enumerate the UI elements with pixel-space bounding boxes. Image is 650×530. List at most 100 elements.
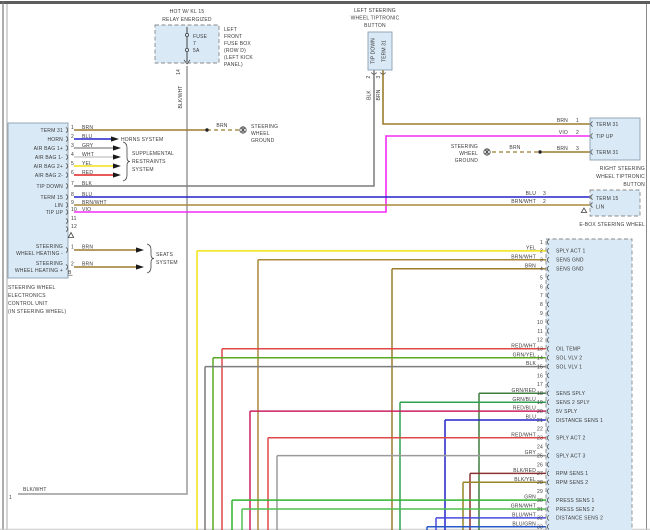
- conn-signal-label: 5V SPLY: [556, 409, 578, 415]
- conn-pin-number: 6: [540, 284, 543, 290]
- end-pin-number: 1: [9, 495, 12, 501]
- conn-pin-number: 11: [537, 329, 543, 335]
- cu-term-label: HORN: [47, 137, 63, 143]
- wire-color-label: BLU: [526, 191, 537, 197]
- conn-pin-number: 28: [537, 480, 543, 486]
- cu-term-label: TERM 31: [40, 128, 63, 134]
- fuse-location: LEFT: [224, 27, 237, 33]
- wire-color-label: VIO: [559, 130, 568, 136]
- conn-signal-label: RPM SENS 2: [556, 480, 588, 486]
- delta-symbol: [581, 208, 586, 213]
- conn-wire-color: GRN/YEL: [513, 352, 536, 358]
- cu-term-label: TIP UP: [46, 210, 64, 216]
- ground-label: WHEEL: [459, 151, 478, 157]
- terminal-label: TERM 31: [596, 122, 619, 128]
- conn-wire-color: RED/WHT: [511, 432, 536, 438]
- fuse-number: 7: [193, 41, 196, 47]
- conn-wire-color: RED/WHT: [511, 343, 536, 349]
- conn-pin-number: 27: [537, 471, 543, 477]
- cu-term-label: STEERING: [36, 261, 63, 267]
- arrow-seats: [136, 264, 144, 269]
- terminal-label: TIP DOWN: [371, 38, 377, 64]
- wiring-diagram-page: HOT W/ KL 15 RELAY ENERGIZED FUSE 7 5A L…: [0, 0, 650, 530]
- cu-pin-number: 10: [71, 207, 77, 213]
- conn-pin-number: 33: [537, 525, 543, 530]
- conn-wire-color: BLK/YEL: [514, 477, 536, 483]
- arrow-srs: [113, 163, 121, 168]
- fuse-pin-number: 14: [176, 69, 182, 75]
- ground-label: STEERING: [251, 124, 278, 130]
- cu-pin-number: 12: [71, 224, 77, 230]
- ebox-label: E-BOX STEERING WHEEL: [579, 222, 645, 228]
- cu-pin-number: 6: [71, 170, 74, 176]
- ebox-steering-wheel: TERM 15 LIN BLU 3 BRN/WHT 2 E-BOX STEERI…: [511, 190, 645, 228]
- conn-signal-label: PRESS SENS 1: [556, 498, 595, 504]
- arrow-seats: [136, 247, 144, 252]
- right-button-title: BUTTON: [623, 182, 645, 188]
- cu-wire-color: YEL: [82, 161, 92, 167]
- cu-term-label: AIR BAG 1+: [34, 146, 63, 152]
- seats-brace: [147, 244, 154, 273]
- ground-label: GROUND: [455, 158, 479, 164]
- conn-signal-label: SPLY ACT 3: [556, 453, 586, 459]
- pin-number: 3: [376, 75, 382, 78]
- cu-pin-number: 1: [71, 245, 74, 251]
- srs-brace: [123, 142, 130, 181]
- cu-term-label: STEERING: [36, 244, 63, 250]
- wire-color-label: BLK: [367, 90, 373, 100]
- cu-wire-color: BLU: [82, 134, 93, 140]
- cu-wire-color: VIO: [82, 207, 91, 213]
- srs-label: SUPPLEMENTAL: [132, 151, 174, 157]
- conn-wire-color: BLU/WHT: [512, 513, 536, 519]
- cu-wire-color: BRN: [82, 262, 93, 268]
- delta-symbol: [68, 233, 73, 238]
- conn-signal-label: SENS GND: [556, 258, 584, 264]
- wires-static: [18, 66, 590, 494]
- left-tiptronic-button: LEFT STEERING WHEEL TIPTRONIC BUTTON TIP…: [351, 8, 400, 100]
- fuse-location: (LEFT KICK: [224, 55, 253, 61]
- pin-number: 2: [576, 130, 579, 136]
- ground-label: WHEEL: [251, 131, 270, 137]
- conn-pin-number: 16: [537, 373, 543, 379]
- cu-pin-number: 5: [71, 161, 74, 167]
- srs-label: RESTRAINTS: [132, 159, 166, 165]
- cu-wire-color: BRN: [82, 125, 93, 131]
- conn-pin-number: 29: [537, 489, 543, 495]
- hot-note: HOT W/ KL 15: [170, 9, 205, 15]
- conn-wire-color: RED/BLU: [513, 406, 536, 412]
- steering-wheel-control-unit: TERM 311BRNHORN2BLUAIR BAG 1+3GRYAIR BAG…: [8, 123, 107, 315]
- pin-number: 3: [576, 146, 579, 152]
- cu-term-label: WHEEL HEATING +: [15, 268, 63, 274]
- control-unit-name: ELECTRONICS: [8, 293, 46, 299]
- cu-wire-color: BLK: [82, 181, 93, 187]
- cu-wire-color: BRN: [82, 245, 93, 251]
- terminal-label: TERM 15: [596, 196, 619, 202]
- right-button-title: WHEEL TIPTRONIC: [596, 174, 645, 180]
- conn-pin-number: 9: [540, 311, 543, 317]
- wire-color-label: BRN: [376, 89, 382, 100]
- conn-wire-color: GRN/WHT: [511, 504, 536, 510]
- ebox-box: [590, 190, 640, 216]
- conn-pin-number: 24: [537, 445, 543, 451]
- junction-dot: [538, 150, 541, 153]
- junction-dot: [205, 128, 208, 131]
- conn-wire-color: GRN/BLU: [512, 397, 536, 403]
- terminal-label: TERM 31: [596, 150, 619, 156]
- conn-wire-color: GRY: [525, 450, 537, 456]
- conn-pin-number: 2: [540, 249, 543, 255]
- tcm-connector-box: [546, 239, 632, 530]
- conn-pin-number: 8: [540, 302, 543, 308]
- srs-label: SYSTEM: [132, 167, 154, 173]
- pin-number: 2: [543, 199, 546, 205]
- pin-number: 2: [366, 75, 372, 78]
- pin-number: 3: [543, 191, 546, 197]
- conn-pin-number: 21: [537, 418, 543, 424]
- conn-pin-number: 5: [540, 275, 543, 281]
- conn-signal-label: DISTANCE SENS 2: [556, 516, 603, 522]
- wire-brn-term31: [383, 70, 590, 124]
- conn-pin-number: 12: [537, 338, 543, 344]
- terminal-label: LIN: [596, 205, 605, 211]
- conn-signal-label: SENS 2 SPLY: [556, 400, 590, 406]
- wire-color-label: BLK/WHT: [178, 86, 184, 109]
- wire-color-label: BRN: [557, 146, 568, 152]
